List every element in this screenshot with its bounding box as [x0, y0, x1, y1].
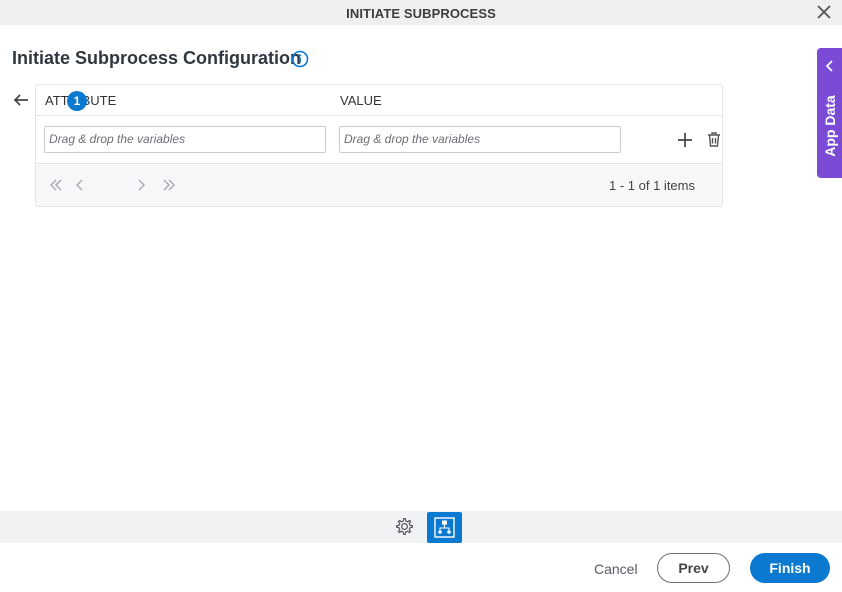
app-data-label: App Data: [821, 95, 838, 157]
dialog-title: INITIATE SUBPROCESS: [346, 6, 496, 21]
attribute-value-grid: ATTRIBUTE VALUE Drag & drop the variable…: [35, 84, 723, 207]
gear-icon[interactable]: [394, 516, 415, 537]
process-flow-icon: [434, 517, 455, 538]
trash-icon[interactable]: [706, 131, 722, 148]
info-icon[interactable]: [291, 50, 309, 68]
double-chevron-right-icon[interactable]: [162, 178, 176, 192]
chevron-left-icon: [825, 60, 833, 72]
column-header-value: VALUE: [340, 93, 382, 108]
double-chevron-left-icon[interactable]: [49, 178, 63, 192]
grid-pager: 1 - 1 of 1 items: [36, 165, 722, 206]
app-data-panel-toggle[interactable]: App Data: [817, 48, 842, 178]
prev-button[interactable]: Prev: [657, 553, 730, 583]
attribute-drop-field[interactable]: Drag & drop the variables: [44, 126, 326, 153]
arrow-left-icon[interactable]: [12, 92, 30, 108]
table-row: Drag & drop the variables Drag & drop th…: [36, 116, 722, 164]
cancel-button[interactable]: Cancel: [594, 561, 638, 577]
chevron-left-icon[interactable]: [73, 178, 87, 192]
page-number-button[interactable]: 1: [67, 91, 87, 111]
chevron-right-icon[interactable]: [134, 178, 148, 192]
bottom-toolbar: [0, 511, 842, 543]
pager-summary: 1 - 1 of 1 items: [609, 178, 695, 193]
close-icon[interactable]: [816, 4, 832, 20]
page-title: Initiate Subprocess Configuration: [12, 48, 302, 68]
plus-icon[interactable]: [677, 132, 693, 148]
process-flow-button[interactable]: [427, 512, 462, 543]
dialog-title-bar: INITIATE SUBPROCESS: [0, 0, 842, 25]
finish-button[interactable]: Finish: [750, 553, 830, 583]
value-drop-field[interactable]: Drag & drop the variables: [339, 126, 621, 153]
grid-header: ATTRIBUTE VALUE: [36, 85, 722, 116]
